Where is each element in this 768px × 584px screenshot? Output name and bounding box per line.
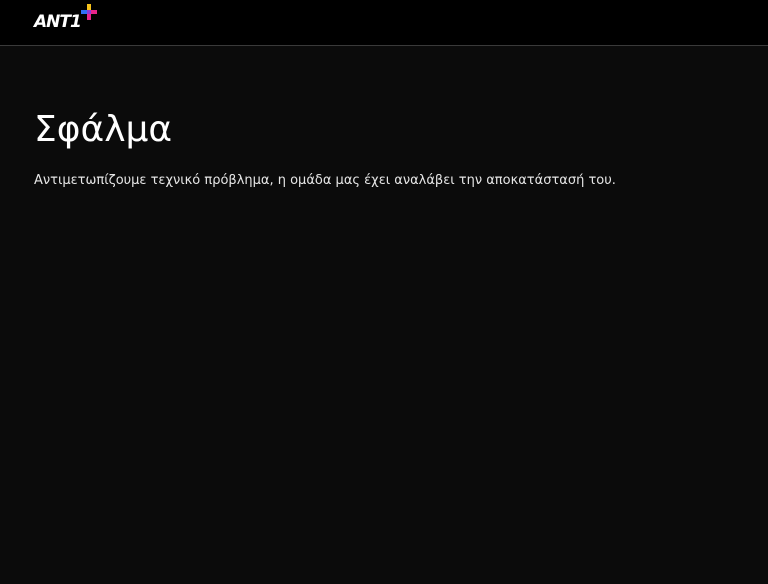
page-title: Σφάλμα [34,109,173,150]
error-content: Σφάλμα Αντιμετωπίζουμε τεχνικό πρόβλημα,… [34,108,734,190]
logo-wordmark: ANT1 [34,12,82,32]
ant1-plus-logo[interactable]: ANT1 [34,4,100,34]
header-bar: ANT1 [0,0,768,46]
plus-icon [81,4,97,20]
error-message: Αντιμετωπίζουμε τεχνικό πρόβλημα, η ομάδ… [34,173,616,188]
